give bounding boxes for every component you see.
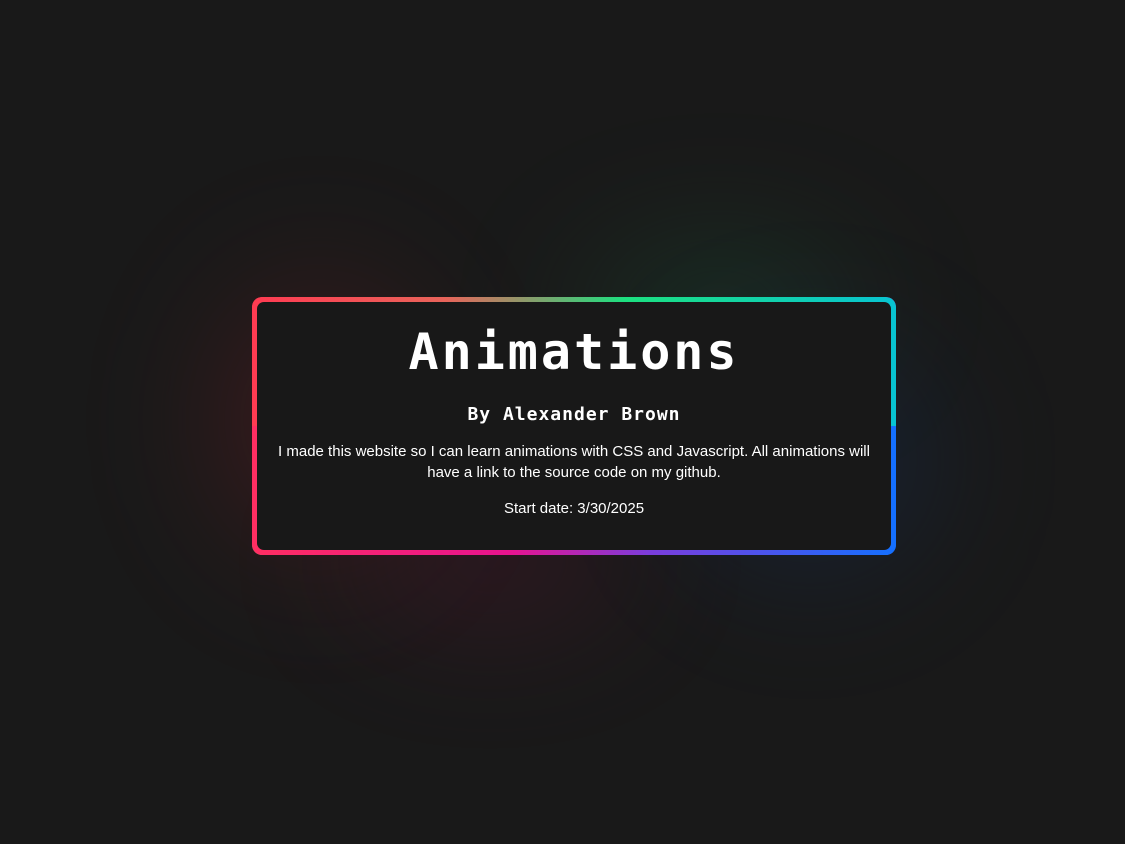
start-date: Start date: 3/30/2025	[503, 500, 645, 517]
intro-card: Animations By Alexander Brown I made thi…	[257, 302, 891, 550]
page-title: Animations	[408, 323, 740, 381]
description-text: I made this website so I can learn anima…	[278, 443, 870, 481]
card-gradient-border: Animations By Alexander Brown I made thi…	[252, 297, 896, 555]
author-byline: By Alexander Brown	[467, 404, 681, 425]
